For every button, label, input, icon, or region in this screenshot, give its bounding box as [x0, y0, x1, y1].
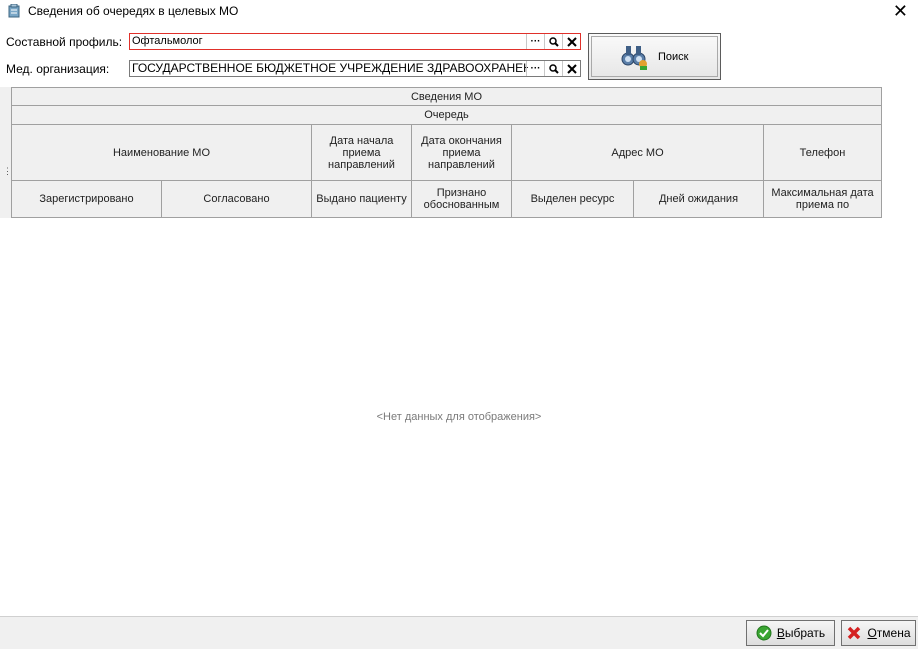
band-header-mo[interactable]: Сведения МО — [12, 87, 882, 106]
search-icon[interactable] — [544, 34, 562, 49]
ellipsis-icon[interactable]: ··· — [526, 34, 544, 49]
window-title: Сведения об очередях в целевых МО — [28, 4, 239, 18]
check-icon — [756, 625, 772, 641]
column-header-approved[interactable]: Согласовано — [162, 181, 312, 218]
column-header-mo-name[interactable]: Наименование МО — [12, 125, 312, 181]
select-button[interactable]: Выбрать — [746, 620, 835, 646]
profile-label: Составной профиль: — [6, 35, 123, 49]
search-button[interactable]: Поиск — [588, 33, 721, 80]
binoculars-icon — [621, 46, 647, 70]
org-value: ГОСУДАРСТВЕННОЕ БЮДЖЕТНОЕ УЧРЕЖДЕНИЕ ЗДР… — [132, 61, 528, 75]
clear-icon[interactable] — [562, 61, 580, 76]
queue-grid[interactable]: ⋮≡ Сведения МО Очередь Наименование МО Д… — [0, 87, 918, 616]
select-button-label: Выбрать — [776, 626, 826, 640]
title-bar: Сведения об очередях в целевых МО ✕ — [0, 0, 918, 24]
cancel-icon — [848, 626, 861, 640]
column-header-max-date[interactable]: Максимальная дата приема по — [764, 181, 882, 218]
profile-combobox[interactable]: Офтальмолог ··· — [129, 33, 581, 50]
column-header-justified[interactable]: Признано обоснованным — [412, 181, 512, 218]
column-header-registered[interactable]: Зарегистрировано — [12, 181, 162, 218]
column-header-wait-days[interactable]: Дней ожидания — [634, 181, 764, 218]
clear-icon[interactable] — [562, 34, 580, 49]
org-combobox[interactable]: ГОСУДАРСТВЕННОЕ БЮДЖЕТНОЕ УЧРЕЖДЕНИЕ ЗДР… — [129, 60, 581, 77]
cancel-button-label: Отмена — [867, 626, 911, 640]
app-icon — [8, 4, 20, 18]
close-icon[interactable]: ✕ — [893, 0, 908, 22]
column-header-resource[interactable]: Выделен ресурс — [512, 181, 634, 218]
empty-grid-message: <Нет данных для отображения> — [376, 411, 542, 423]
column-header-issued[interactable]: Выдано пациенту — [312, 181, 412, 218]
grid-row-indicator[interactable]: ⋮≡ — [0, 87, 17, 218]
column-header-address[interactable]: Адрес МО — [512, 125, 764, 181]
band-header-queue[interactable]: Очередь — [12, 106, 882, 125]
profile-value: Офтальмолог — [132, 35, 203, 47]
column-header-start-date[interactable]: Дата начала приема направлений — [312, 125, 412, 181]
column-header-end-date[interactable]: Дата окончания приема направлений — [412, 125, 512, 181]
search-icon[interactable] — [544, 61, 562, 76]
column-header-phone[interactable]: Телефон — [764, 125, 882, 181]
cancel-button[interactable]: Отмена — [841, 620, 916, 646]
search-button-label: Поиск — [658, 51, 689, 63]
org-label: Мед. организация: — [6, 62, 110, 76]
ellipsis-icon[interactable]: ··· — [526, 61, 544, 76]
